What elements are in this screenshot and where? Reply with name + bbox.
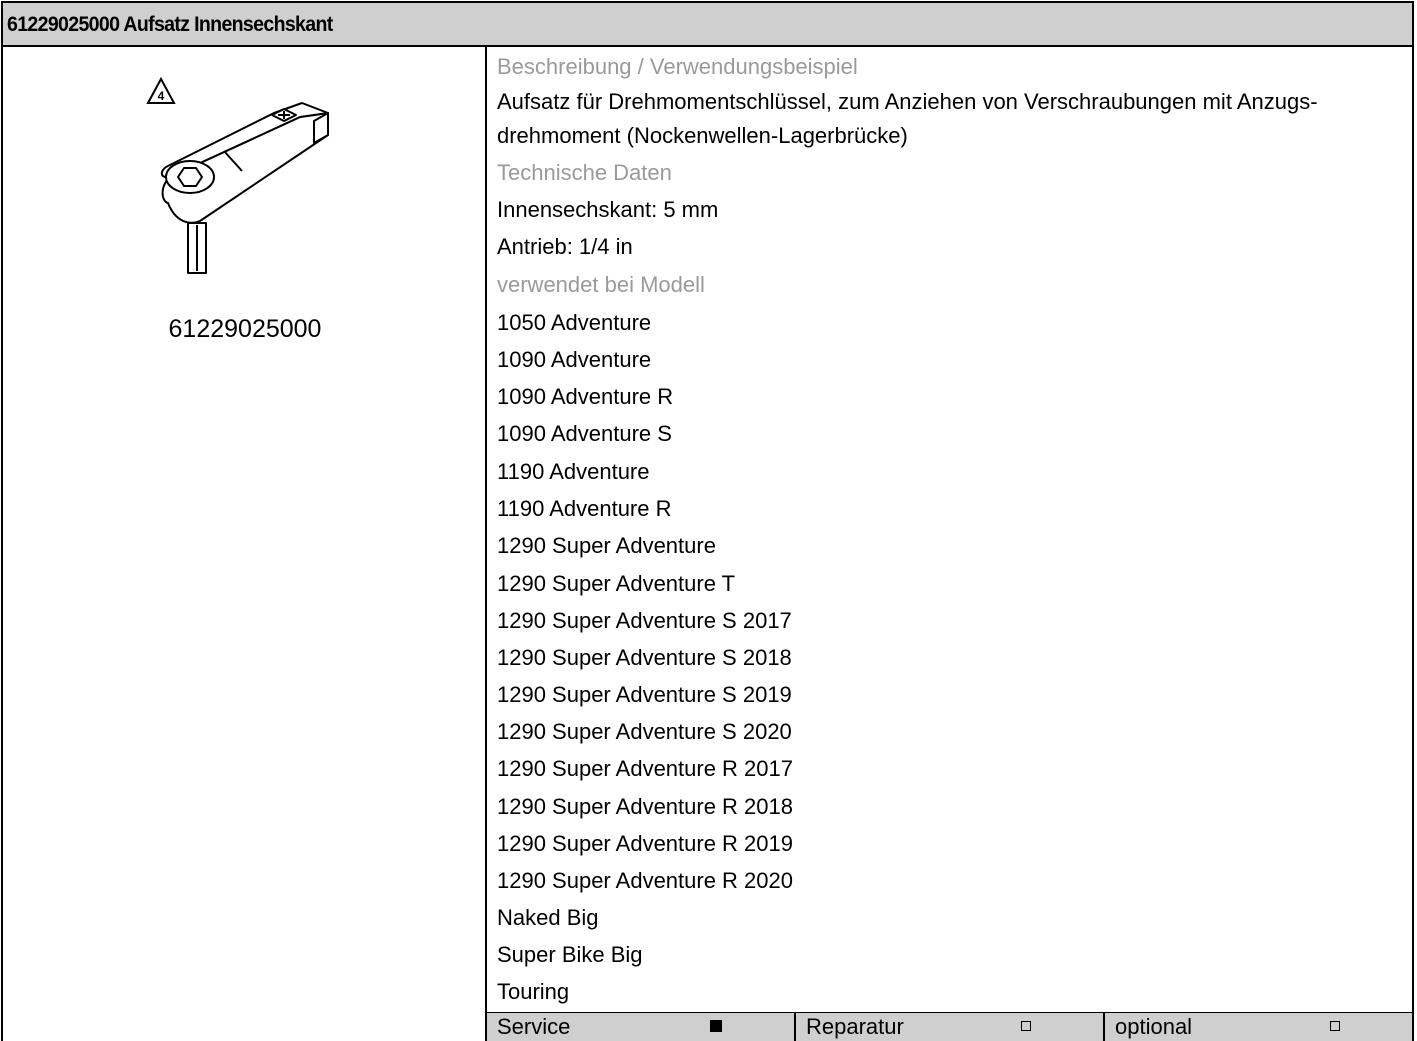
model-item: 1190 Adventure xyxy=(497,459,650,484)
model-item: 1290 Super Adventure R 2018 xyxy=(497,794,794,819)
repair-cell: Reparatur xyxy=(794,1013,1103,1041)
page-title: 61229025000 Aufsatz Innensechskant xyxy=(7,13,333,36)
part-number: 61229025000 xyxy=(168,315,322,343)
technical-data-heading: Technische Daten xyxy=(497,160,672,185)
service-checkbox xyxy=(710,1020,722,1032)
title-bar: 61229025000 Aufsatz Innensechskant xyxy=(3,3,1412,47)
model-item: 1290 Super Adventure R 2020 xyxy=(497,868,794,893)
model-item: 1290 Super Adventure S 2017 xyxy=(497,608,792,633)
model-item: 1290 Super Adventure R 2019 xyxy=(497,831,794,856)
model-item: 1290 Super Adventure R 2017 xyxy=(497,756,794,781)
model-item: 1090 Adventure S xyxy=(497,421,672,446)
service-cell: Service xyxy=(487,1013,794,1041)
tech-spec-item: Antrieb: 1/4 in xyxy=(497,234,633,259)
image-column: 4 61229025000 xyxy=(3,47,487,1041)
optional-checkbox xyxy=(1330,1021,1340,1031)
tool-illustration: 4 xyxy=(146,76,329,274)
warning-triangle-icon: 4 xyxy=(146,76,176,104)
tech-spec-item: Innensechskant: 5 mm xyxy=(497,197,719,222)
tool-sheet: 61229025000 Aufsatz Innensechskant 4 612… xyxy=(1,1,1414,1041)
repair-label: Reparatur xyxy=(806,1014,904,1039)
description-text-line-1: Aufsatz für Drehmomentschlüssel, zum Anz… xyxy=(497,89,1318,114)
repair-checkbox xyxy=(1021,1021,1031,1031)
warning-number: 4 xyxy=(158,89,165,103)
description-heading: Beschreibung / Verwendungsbeispiel xyxy=(497,54,858,79)
model-item: 1290 Super Adventure S 2018 xyxy=(497,645,792,670)
model-item: 1290 Super Adventure xyxy=(497,533,716,558)
model-item: 1050 Adventure xyxy=(497,310,652,335)
model-item: Touring xyxy=(497,979,570,1004)
description-text-line-2: drehmoment (Nockenwellen-Lagerbrücke) xyxy=(497,123,908,148)
service-label: Service xyxy=(497,1014,571,1039)
details-column: Beschreibung / Verwendungsbeispiel Aufsa… xyxy=(487,47,1412,1041)
model-item: 1290 Super Adventure S 2020 xyxy=(497,719,792,744)
usage-footer: Service Reparatur optional xyxy=(487,1012,1412,1041)
model-item: 1290 Super Adventure S 2019 xyxy=(497,682,792,707)
model-item: 1190 Adventure R xyxy=(497,496,672,521)
model-item: 1090 Adventure R xyxy=(497,384,674,409)
optional-cell: optional xyxy=(1103,1013,1412,1041)
model-item: Super Bike Big xyxy=(497,942,643,967)
model-item: 1090 Adventure xyxy=(497,347,652,372)
models-heading: verwendet bei Modell xyxy=(497,272,705,297)
optional-label: optional xyxy=(1115,1014,1193,1039)
model-item: 1290 Super Adventure T xyxy=(497,571,736,596)
model-item: Naked Big xyxy=(497,905,599,930)
